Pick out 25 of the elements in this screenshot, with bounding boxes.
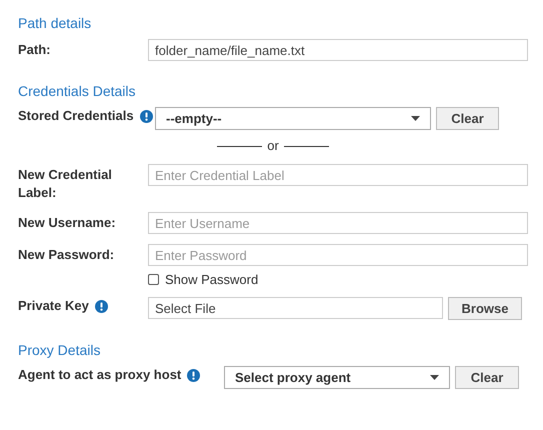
- browse-button[interactable]: Browse: [448, 297, 522, 320]
- info-icon[interactable]: [140, 110, 153, 122]
- clear-button[interactable]: Clear: [455, 366, 519, 389]
- section-heading: Proxy Details: [18, 342, 100, 358]
- field-label: Path:: [18, 41, 52, 59]
- field-label: New Username:: [18, 214, 117, 232]
- section-heading: Credentials Details: [18, 83, 136, 99]
- field-label: Stored Credentials: [18, 107, 134, 125]
- caret-icon: [411, 116, 420, 121]
- dropdown[interactable]: --empty--: [155, 107, 431, 130]
- caret-icon: [430, 375, 439, 380]
- checkbox[interactable]: [148, 274, 159, 285]
- info-icon[interactable]: [94, 300, 108, 312]
- checkbox-label[interactable]: Show Password: [165, 272, 258, 287]
- field-label: New Credential Label:: [18, 166, 113, 202]
- divider-text: or: [267, 138, 279, 154]
- clear-button[interactable]: Clear: [436, 107, 499, 130]
- section-heading: Path details: [18, 15, 92, 31]
- dropdown[interactable]: Select proxy agent: [224, 366, 450, 389]
- input-field[interactable]: folder_name/file_name.txt: [148, 39, 528, 61]
- file-field[interactable]: Select File: [148, 297, 443, 319]
- field-label: Agent to act as proxy host: [18, 366, 182, 384]
- field-label: Private Key: [18, 297, 89, 315]
- field-label: New Password:: [18, 246, 116, 264]
- info-icon[interactable]: [187, 368, 200, 382]
